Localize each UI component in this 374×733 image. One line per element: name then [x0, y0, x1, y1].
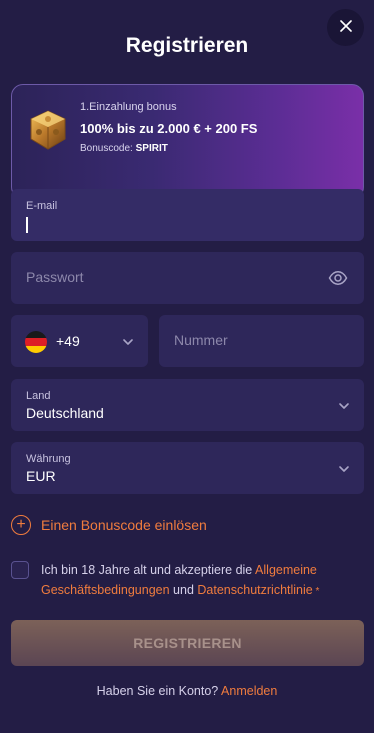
login-link[interactable]: Anmelden — [221, 684, 277, 698]
bonus-code-label: Bonuscode: — [80, 143, 133, 154]
login-prompt: Haben Sie ein Konto? Anmelden — [0, 684, 374, 698]
eye-icon[interactable] — [328, 268, 348, 293]
privacy-link[interactable]: Datenschutzrichtlinie — [197, 583, 312, 597]
bonus-title: 1.Einzahlung bonus — [80, 101, 177, 113]
required-mark: * — [312, 586, 320, 597]
country-select[interactable]: Land Deutschland — [11, 379, 364, 431]
chevron-down-icon — [338, 399, 350, 417]
country-code-select[interactable]: +49 — [11, 315, 148, 367]
bonus-chest-icon — [25, 107, 71, 153]
bonus-banner: 1.Einzahlung bonus 100% bis zu 2.000 € +… — [11, 84, 364, 199]
country-label: Land — [26, 390, 51, 402]
currency-value: EUR — [26, 468, 56, 484]
password-placeholder: Passwort — [26, 269, 84, 285]
register-button[interactable]: REGISTRIEREN — [11, 620, 364, 666]
terms-text-middle: und — [169, 583, 198, 597]
currency-label: Währung — [26, 453, 71, 465]
password-field[interactable]: Passwort — [11, 252, 364, 304]
email-label: E-mail — [26, 200, 58, 212]
country-value: Deutschland — [26, 405, 104, 421]
login-prompt-text: Haben Sie ein Konto? — [96, 684, 222, 698]
chevron-down-icon — [338, 462, 350, 480]
bonus-code: Bonuscode: SPIRIT — [80, 143, 168, 154]
terms-text: Ich bin 18 Jahre alt und akzeptiere die … — [41, 560, 361, 602]
phone-number-input[interactable]: Nummer — [159, 315, 364, 367]
terms-text-before: Ich bin 18 Jahre alt und akzeptiere die — [41, 563, 256, 577]
terms-checkbox[interactable] — [11, 561, 29, 579]
germany-flag-icon — [25, 331, 47, 353]
text-caret — [26, 217, 28, 233]
redeem-bonus-code-link[interactable]: + Einen Bonuscode einlösen — [11, 515, 207, 535]
bonus-offer: 100% bis zu 2.000 € + 200 FS — [80, 121, 258, 136]
phone-placeholder: Nummer — [174, 332, 228, 348]
email-field[interactable]: E-mail — [11, 189, 364, 241]
redeem-bonus-code-label: Einen Bonuscode einlösen — [41, 517, 207, 533]
currency-select[interactable]: Währung EUR — [11, 442, 364, 494]
chevron-down-icon — [122, 335, 134, 353]
plus-circle-icon: + — [11, 515, 31, 535]
country-code: +49 — [56, 333, 80, 349]
bonus-code-value: SPIRIT — [135, 143, 168, 154]
modal-title: Registrieren — [125, 34, 249, 57]
